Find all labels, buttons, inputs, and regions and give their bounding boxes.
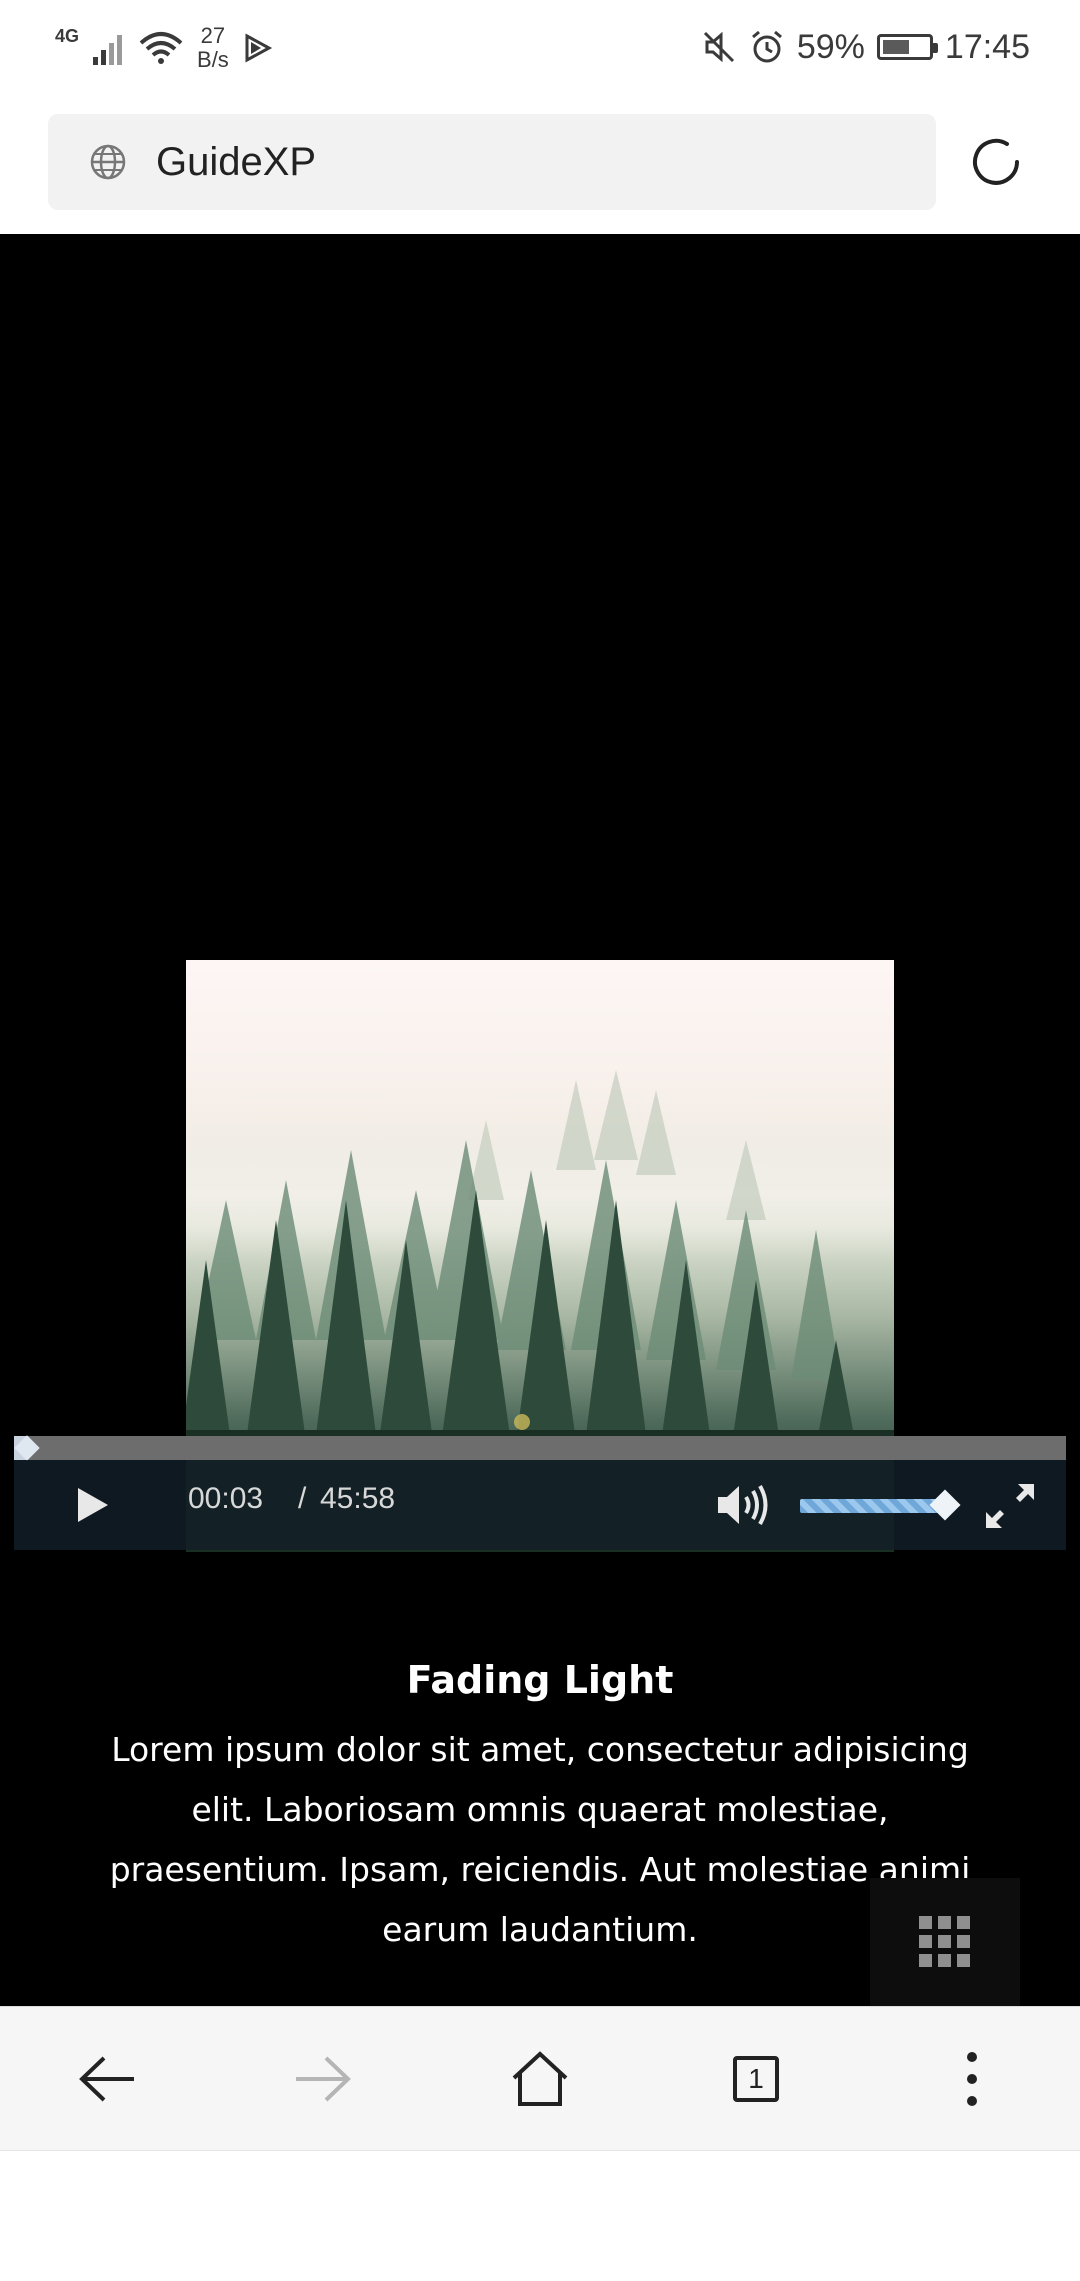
video-controls: 00:03 / 45:58 (14, 1460, 1066, 1550)
address-bar[interactable]: GuideXP (48, 114, 936, 210)
speed-value: 27 (200, 23, 226, 48)
volume-slider[interactable] (800, 1499, 940, 1513)
status-left: 4G 27 B/s (55, 18, 273, 78)
globe-icon (88, 142, 128, 182)
status-bar: 4G 27 B/s 59% 17:45 (0, 0, 1080, 92)
tabs-button[interactable]: 1 (706, 2029, 806, 2129)
home-button[interactable] (490, 2029, 590, 2129)
network-type: 4G (55, 25, 80, 46)
current-time: 00:03 (188, 1482, 264, 1515)
battery-level (882, 40, 909, 54)
signal-icon (93, 35, 123, 65)
speed-unit: B/s (197, 47, 229, 72)
system-nav-area (0, 2150, 1080, 2281)
reload-icon (973, 138, 1019, 185)
wifi-icon (139, 32, 183, 64)
volume-slider-thumb[interactable] (929, 1489, 961, 1521)
volume-icon (718, 1484, 768, 1526)
tabs-icon: 1 (733, 2056, 779, 2102)
back-arrow-icon (79, 2056, 134, 2102)
time-separator: / (298, 1482, 307, 1515)
mute-icon (703, 31, 734, 63)
forward-button[interactable] (272, 2029, 372, 2129)
forward-arrow-icon (296, 2056, 351, 2102)
video-title: Fading Light (406, 1658, 674, 1702)
fullscreen-button[interactable] (982, 1480, 1038, 1532)
play-store-icon (245, 33, 272, 63)
clock: 17:45 (944, 27, 1030, 66)
volume-button[interactable] (714, 1480, 770, 1530)
web-content: 00:03 / 45:58 Fading Light Lorem ipsum d… (0, 234, 1080, 2006)
url-text: GuideXP (156, 139, 317, 184)
battery-percent: 59% (796, 27, 865, 66)
browser-toolbar: GuideXP (0, 92, 1080, 234)
video-description: Lorem ipsum dolor sit amet, consectetur … (109, 1730, 971, 1949)
more-vert-icon (967, 2052, 977, 2106)
play-button[interactable] (72, 1484, 114, 1526)
video-progress-bar[interactable] (14, 1435, 1066, 1461)
fullscreen-icon (986, 1484, 1034, 1528)
home-icon (512, 2051, 568, 2106)
reload-button[interactable] (966, 132, 1026, 192)
back-button[interactable] (58, 2029, 158, 2129)
total-duration: 45:58 (320, 1482, 396, 1515)
battery-icon (876, 34, 938, 60)
status-right: 59% 17:45 (701, 22, 1030, 72)
grid-menu-button[interactable] (870, 1878, 1020, 2006)
more-menu-button[interactable] (922, 2029, 1022, 2129)
alarm-icon (751, 30, 782, 63)
play-icon (78, 1488, 108, 1522)
grid-icon (919, 1916, 970, 1967)
network-speed: 27 B/s (197, 24, 229, 72)
browser-bottom-nav: 1 (0, 2006, 1080, 2151)
tab-count: 1 (748, 2063, 764, 2094)
